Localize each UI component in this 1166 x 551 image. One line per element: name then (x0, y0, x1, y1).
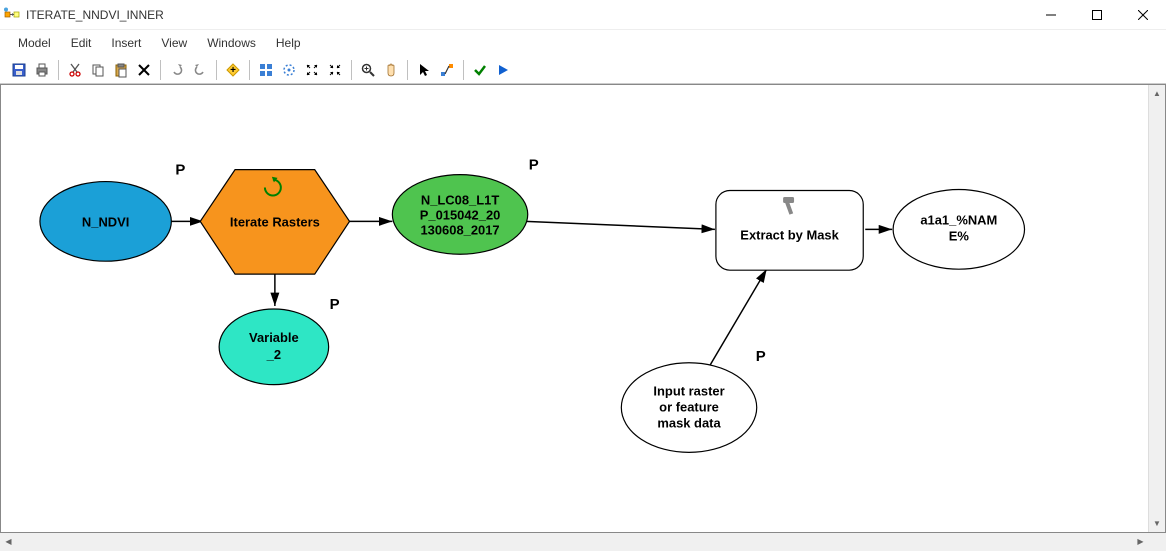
menu-bar: Model Edit Insert View Windows Help (0, 30, 1166, 56)
vertical-scrollbar[interactable]: ▲ ▼ (1148, 85, 1165, 532)
svg-text:a1a1_%NAM: a1a1_%NAM (920, 212, 997, 227)
svg-text:130608_2017: 130608_2017 (420, 222, 499, 237)
svg-text:Extract by Mask: Extract by Mask (740, 227, 839, 242)
copy-icon[interactable] (87, 59, 109, 81)
fixed-zoom-in-icon[interactable] (301, 59, 323, 81)
model-canvas[interactable]: N_NDVI P Iterate Rasters N_LC08_L1T P_01… (1, 85, 1165, 532)
redo-icon[interactable] (189, 59, 211, 81)
app-icon (4, 7, 20, 23)
menu-view[interactable]: View (151, 30, 197, 56)
param-flag: P (756, 348, 766, 365)
window-title: ITERATE_NNDVI_INNER (26, 8, 1028, 22)
menu-windows[interactable]: Windows (197, 30, 266, 56)
horizontal-scrollbar[interactable]: ◀ ▶ (0, 533, 1166, 551)
svg-text:_2: _2 (266, 347, 281, 362)
node-iterate-rasters[interactable]: Iterate Rasters (200, 170, 349, 275)
node-variable-2[interactable]: Variable _2 (219, 309, 329, 385)
param-flag: P (175, 162, 185, 179)
undo-icon[interactable] (166, 59, 188, 81)
svg-text:Input raster: Input raster (653, 384, 724, 399)
svg-text:Variable: Variable (249, 330, 299, 345)
svg-text:or feature: or feature (659, 400, 719, 415)
print-icon[interactable] (31, 59, 53, 81)
svg-text:P_015042_20: P_015042_20 (420, 207, 501, 222)
cut-icon[interactable] (64, 59, 86, 81)
svg-text:N_NDVI: N_NDVI (82, 214, 129, 229)
svg-text:N_LC08_L1T: N_LC08_L1T (421, 192, 499, 207)
run-icon[interactable] (492, 59, 514, 81)
maximize-button[interactable] (1074, 0, 1120, 29)
menu-insert[interactable]: Insert (101, 30, 151, 56)
node-n-ndvi[interactable]: N_NDVI (40, 182, 171, 262)
menu-model[interactable]: Model (8, 30, 61, 56)
connect-icon[interactable] (436, 59, 458, 81)
node-extract-by-mask[interactable]: Extract by Mask (716, 191, 863, 271)
pan-icon[interactable] (380, 59, 402, 81)
menu-help[interactable]: Help (266, 30, 311, 56)
fixed-zoom-out-icon[interactable] (324, 59, 346, 81)
param-flag: P (529, 157, 539, 174)
svg-text:E%: E% (949, 228, 970, 243)
node-output[interactable]: a1a1_%NAM E% (893, 190, 1024, 270)
auto-layout-icon[interactable] (255, 59, 277, 81)
svg-text:mask data: mask data (657, 415, 721, 430)
menu-edit[interactable]: Edit (61, 30, 102, 56)
paste-icon[interactable] (110, 59, 132, 81)
minimize-button[interactable] (1028, 0, 1074, 29)
select-icon[interactable] (413, 59, 435, 81)
add-data-icon[interactable]: + (222, 59, 244, 81)
validate-icon[interactable] (469, 59, 491, 81)
node-n-lc08[interactable]: N_LC08_L1T P_015042_20 130608_2017 (392, 175, 527, 255)
zoom-icon[interactable] (357, 59, 379, 81)
param-flag: P (330, 296, 340, 313)
full-extent-icon[interactable] (278, 59, 300, 81)
close-button[interactable] (1120, 0, 1166, 29)
model-canvas-wrapper: N_NDVI P Iterate Rasters N_LC08_L1T P_01… (0, 84, 1166, 533)
toolbar: + (0, 56, 1166, 84)
delete-icon[interactable] (133, 59, 155, 81)
svg-text:+: + (230, 65, 236, 76)
save-icon[interactable] (8, 59, 30, 81)
svg-text:Iterate Rasters: Iterate Rasters (230, 214, 320, 229)
node-input-mask[interactable]: Input raster or feature mask data (621, 363, 756, 453)
